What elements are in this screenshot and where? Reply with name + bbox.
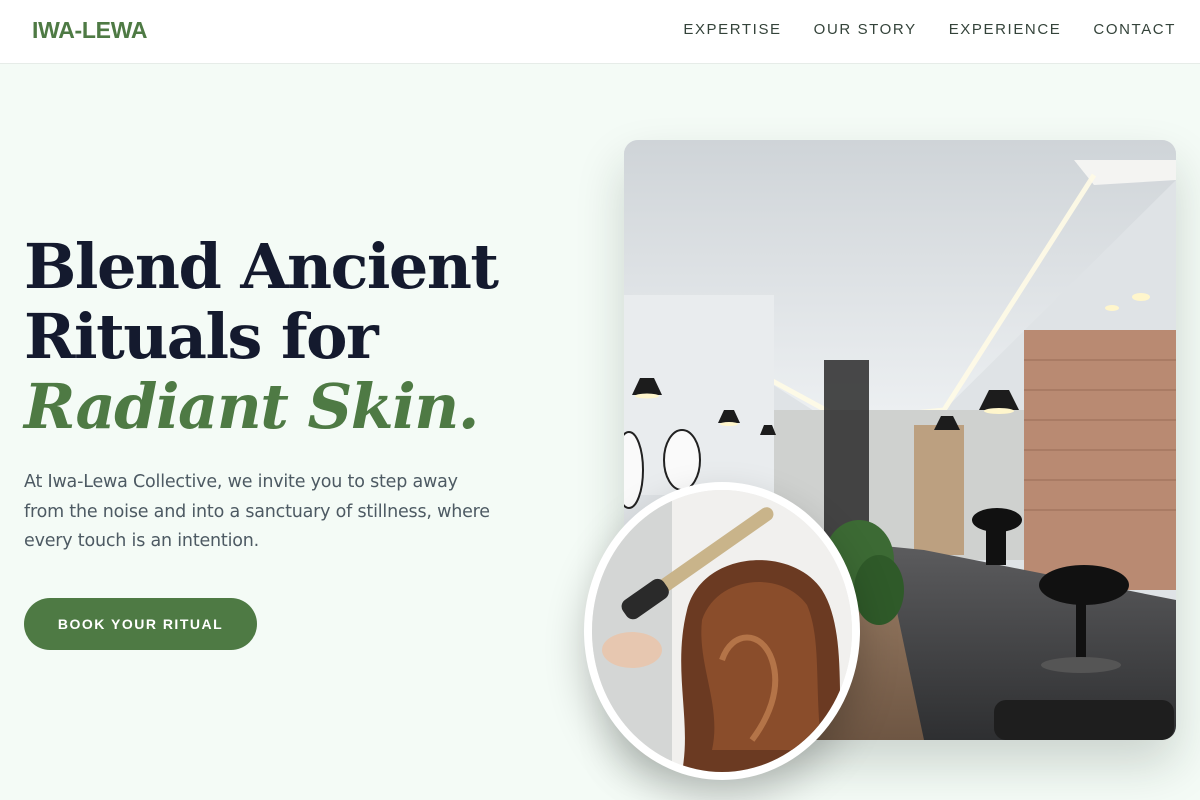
site-header: IWA-LEWA EXPERTISE OUR STORY EXPERIENCE … bbox=[0, 0, 1200, 64]
nav-item-our-story[interactable]: OUR STORY bbox=[814, 21, 917, 38]
main-nav: EXPERTISE OUR STORY EXPERIENCE CONTACT bbox=[683, 21, 1176, 38]
hero-headline: Blend Ancient Rituals for Radiant Skin. bbox=[24, 232, 584, 442]
nav-item-expertise[interactable]: EXPERTISE bbox=[683, 21, 781, 38]
headline-line-1: Blend Ancient bbox=[24, 230, 499, 303]
book-ritual-button[interactable]: BOOK YOUR RITUAL bbox=[24, 598, 257, 650]
hair-curling-illustration bbox=[592, 490, 852, 772]
nav-item-experience[interactable]: EXPERIENCE bbox=[949, 21, 1062, 38]
hero-description: At Iwa-Lewa Collective, we invite you to… bbox=[24, 472, 490, 551]
hair-curling-image bbox=[584, 482, 860, 780]
headline-line-2: Rituals for bbox=[24, 300, 379, 373]
nav-item-contact[interactable]: CONTACT bbox=[1093, 21, 1176, 38]
headline-accent: Radiant Skin. bbox=[24, 370, 479, 443]
brand-logo[interactable]: IWA-LEWA bbox=[32, 17, 147, 44]
